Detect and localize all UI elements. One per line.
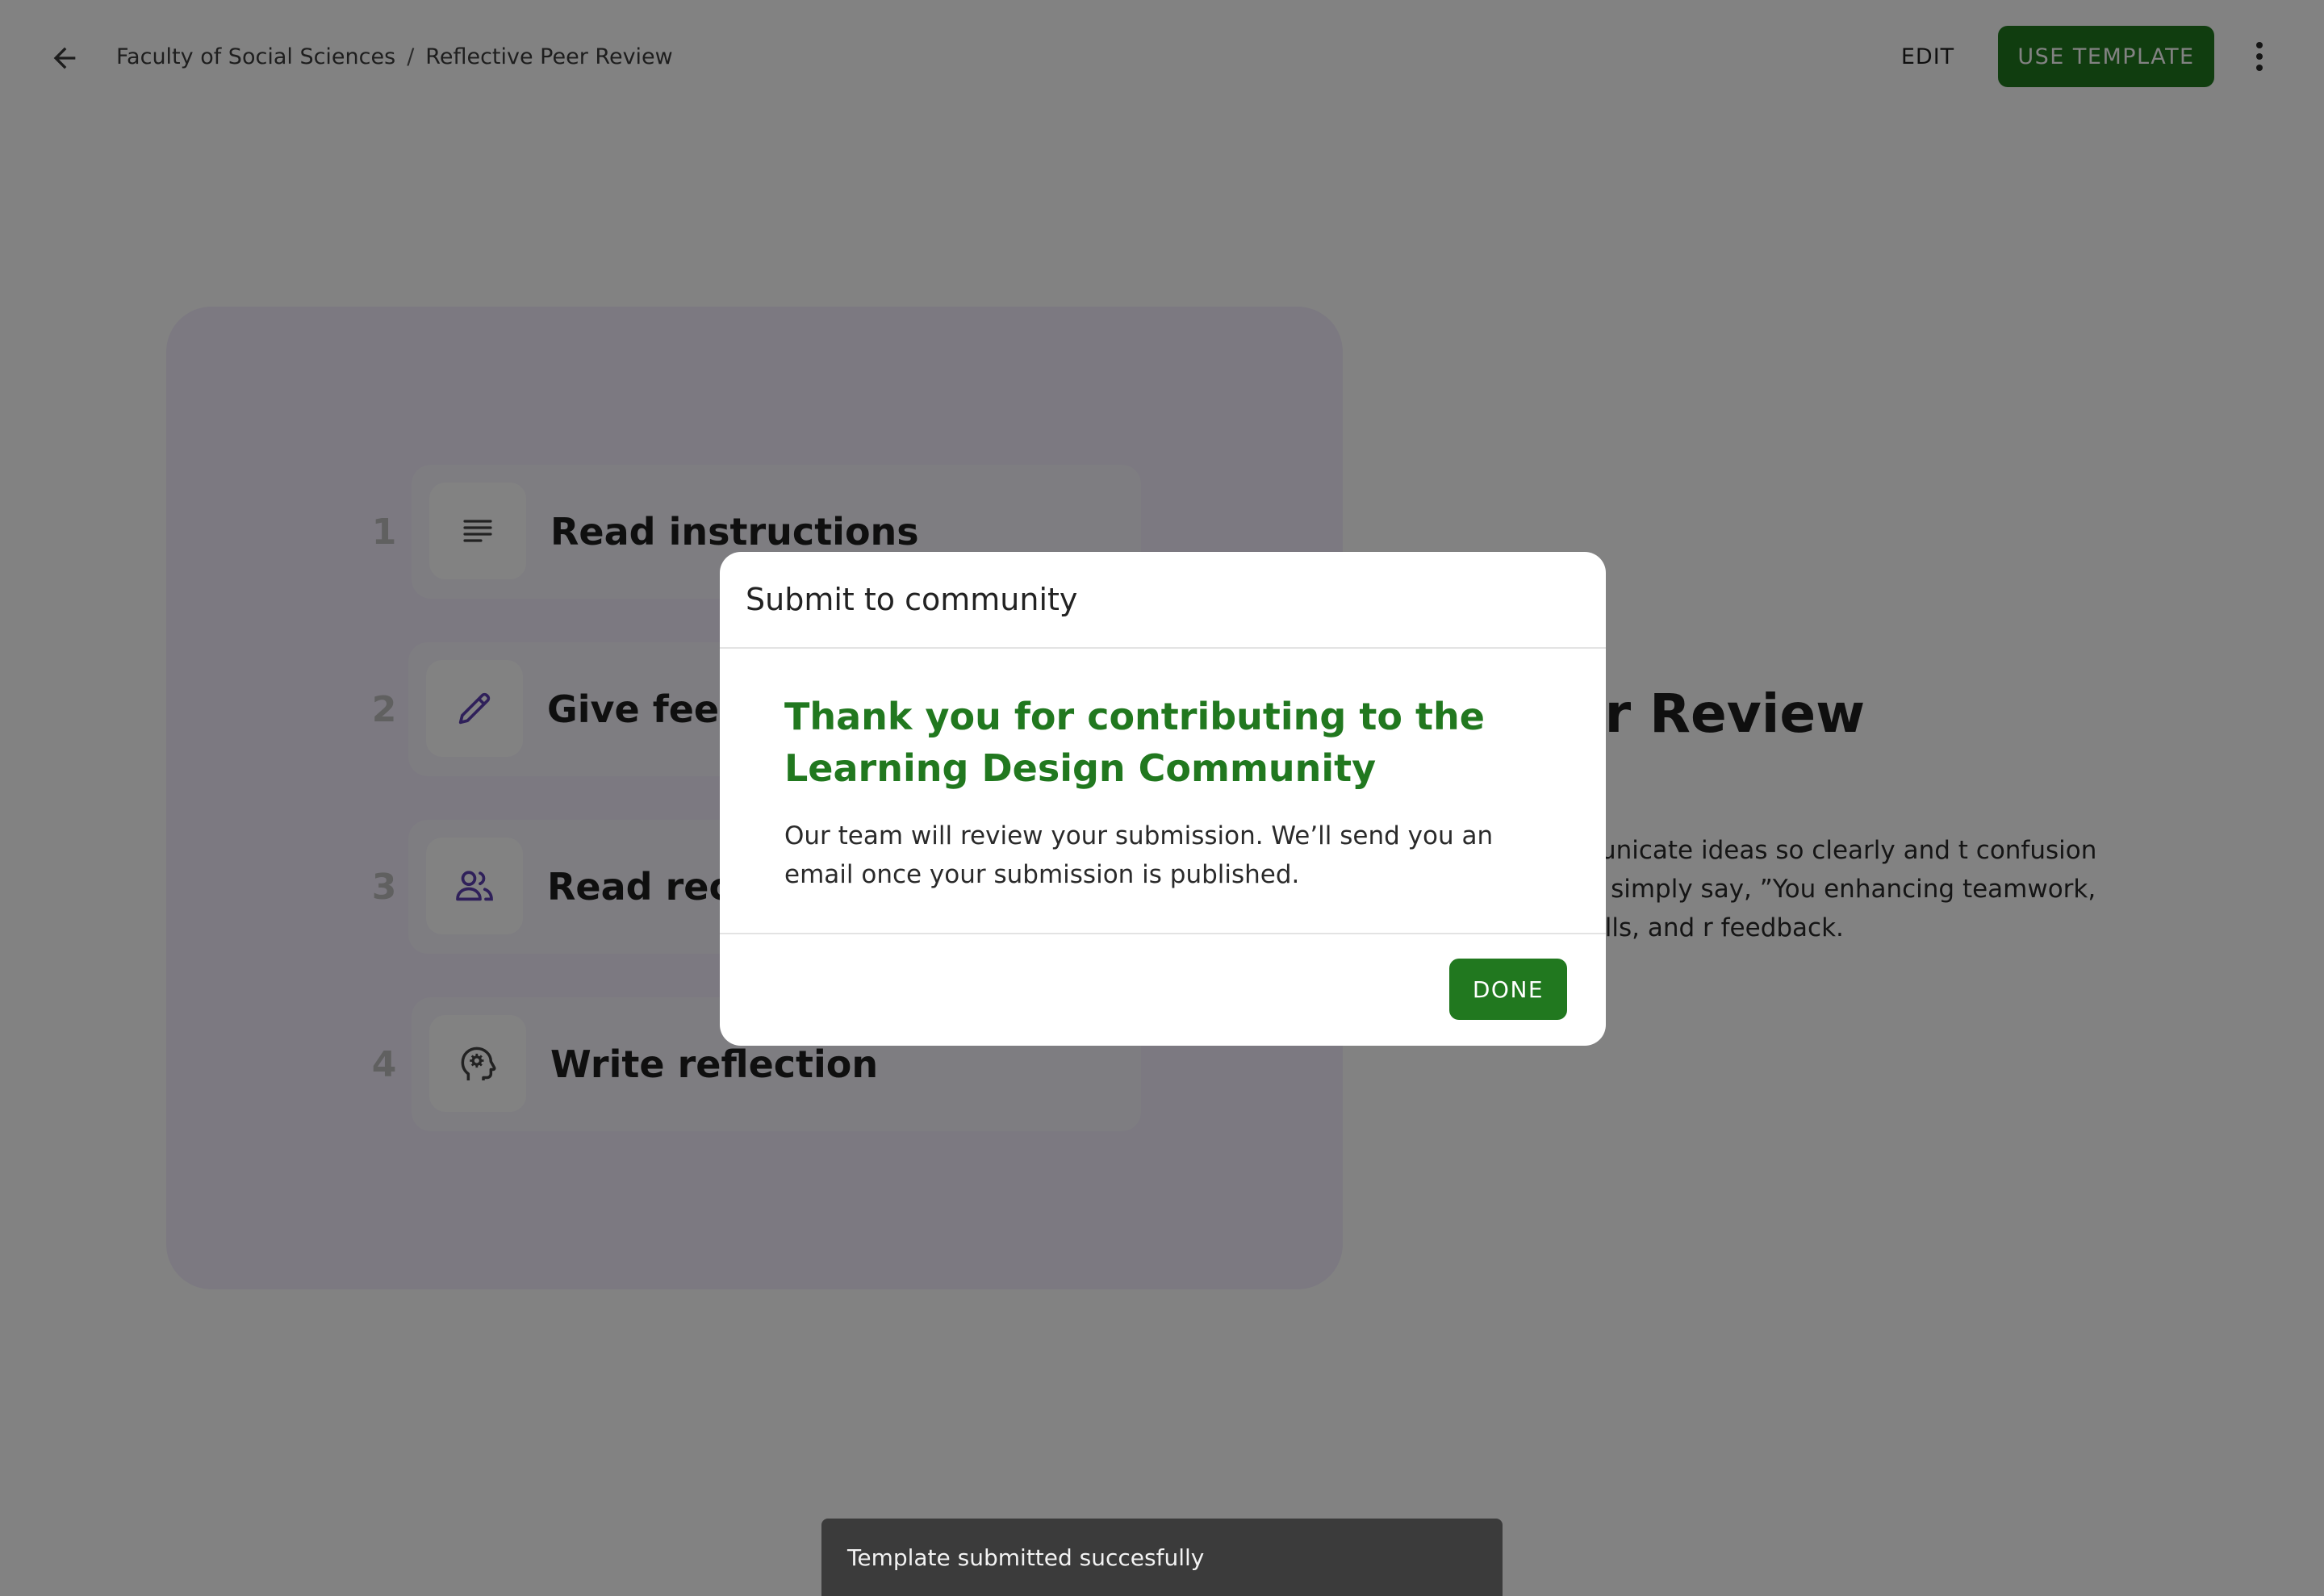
submit-dialog: Submit to community Thank you for contri… [720,552,1606,1046]
dialog-title: Submit to community [720,552,1606,649]
dialog-body: Thank you for contributing to the Learni… [784,691,1559,894]
done-button[interactable]: DONE [1449,959,1567,1020]
snackbar: Template submitted succesfully [821,1519,1503,1596]
snackbar-message: Template submitted succesfully [847,1544,1205,1571]
page: Faculty of Social Sciences / Reflective … [0,0,2324,1596]
dialog-heading: Thank you for contributing to the Learni… [784,695,1485,790]
dialog-footer: DONE [720,933,1606,1046]
dialog-message: Our team will review your submission. We… [784,821,1494,889]
